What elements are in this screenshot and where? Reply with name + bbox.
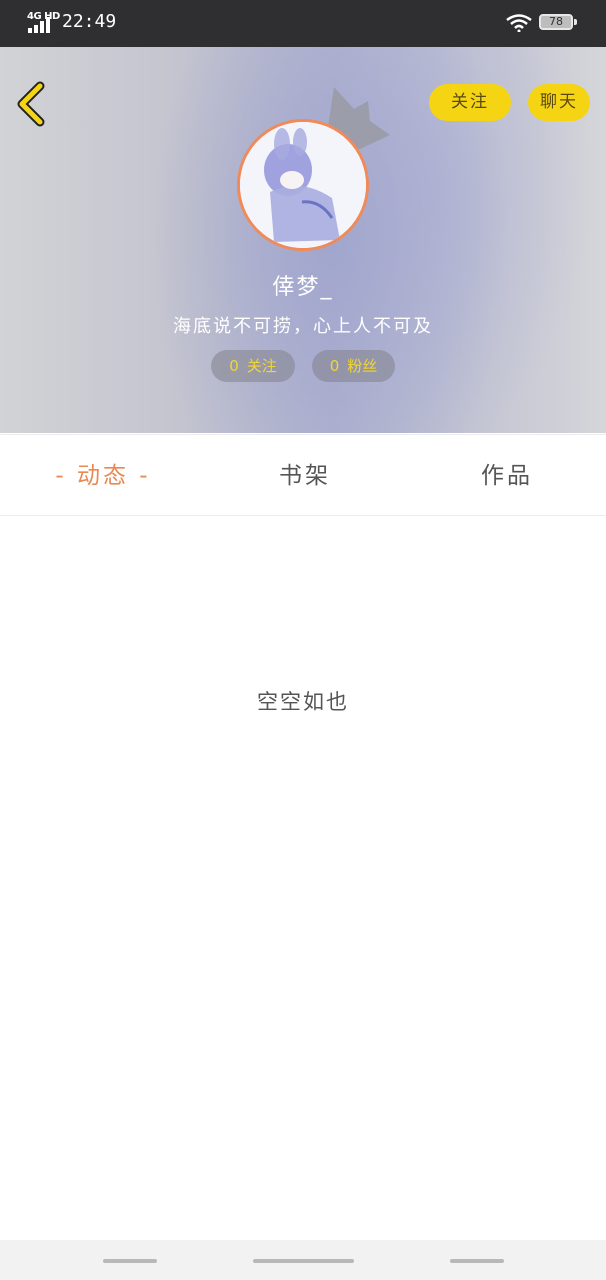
gesture-bar — [0, 1240, 606, 1280]
fans-stat[interactable]: 0 粉丝 — [312, 350, 395, 382]
clock: 22:49 — [62, 11, 117, 32]
following-label: 关注 — [246, 357, 277, 375]
avatar[interactable] — [237, 119, 369, 251]
gesture-handle-left[interactable] — [103, 1259, 157, 1263]
signal-icon — [28, 17, 50, 33]
empty-state-text: 空空如也 — [257, 690, 349, 714]
follow-button[interactable]: 关注 — [429, 84, 511, 121]
gesture-handle-right[interactable] — [450, 1259, 504, 1263]
username: 倖梦_ — [272, 275, 334, 300]
back-button[interactable] — [10, 77, 54, 131]
gesture-handle-home[interactable] — [253, 1259, 354, 1263]
back-chevron-icon — [17, 81, 45, 127]
following-count: 0 — [229, 357, 239, 375]
wifi-icon — [506, 14, 532, 32]
battery-level: 78 — [549, 15, 563, 28]
fans-label: 粉丝 — [347, 357, 378, 375]
fans-count: 0 — [329, 357, 340, 375]
tab-works[interactable]: 作品 — [434, 435, 580, 517]
battery-tip — [574, 19, 577, 25]
profile-tabs: - 动态 - 书架 作品 — [0, 434, 606, 516]
tab-bookshelf[interactable]: 书架 — [232, 435, 378, 517]
chat-button[interactable]: 聊天 — [528, 84, 590, 121]
status-bar: 4G HD 22:49 78 — [0, 0, 606, 47]
bio: 海底说不可捞，心上人不可及 — [173, 316, 433, 337]
following-stat[interactable]: 0 关注 — [211, 350, 295, 382]
profile-header: 关注 聊天 倖梦_ 海底说不可捞，心上人不可及 0 关注 0 粉丝 — [0, 47, 606, 433]
avatar-image — [240, 122, 366, 248]
tab-dynamics[interactable]: - 动态 - — [30, 435, 176, 517]
